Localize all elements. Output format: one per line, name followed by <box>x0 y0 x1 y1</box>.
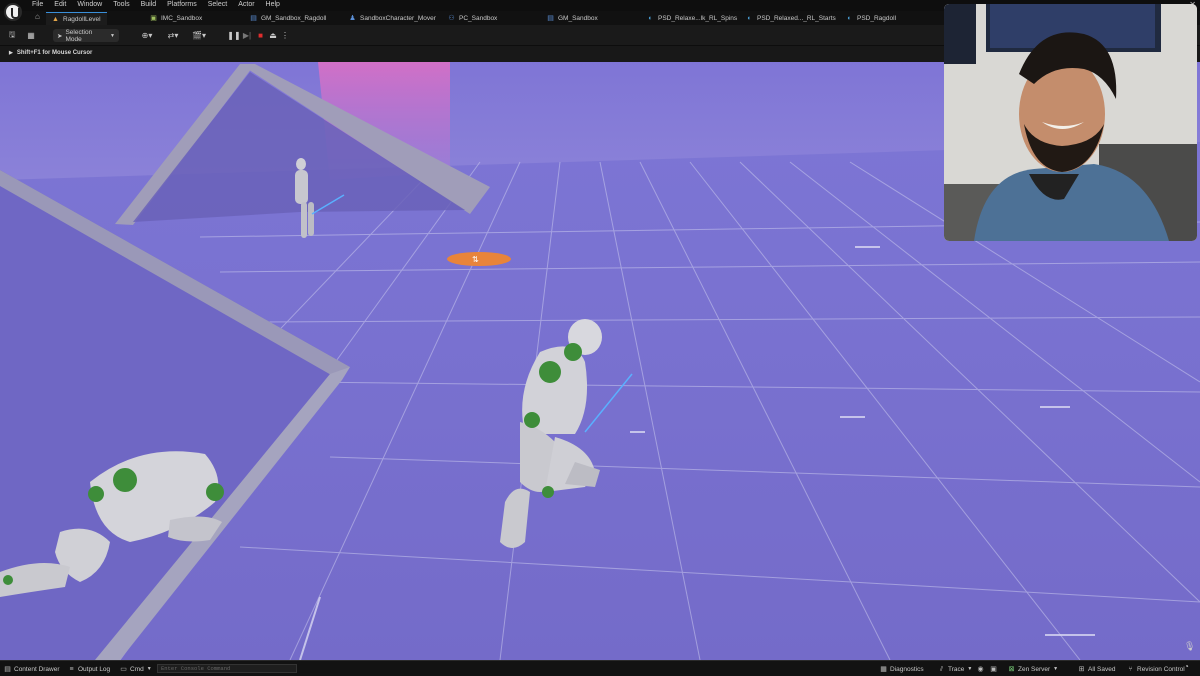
tab-label: PC_Sandbox <box>459 15 498 22</box>
tab-label: PSD_Relaxed..._RL_Starts <box>757 15 836 22</box>
trace-dropdown[interactable]: ⫽ Trace ▼ <box>938 664 972 674</box>
cursor-arrow-icon: ➤ <box>57 32 63 40</box>
trace-label: Trace <box>948 665 965 673</box>
controller-icon: ⚇ <box>448 15 455 22</box>
save-status-icon: ⊞ <box>1078 665 1085 673</box>
content-drawer-icon: ▤ <box>4 665 11 673</box>
selection-mode-label: Selection Mode <box>65 28 93 43</box>
tab-gm-sandbox-ragdoll[interactable]: ▤ GM_Sandbox_Ragdoll <box>250 12 326 25</box>
menu-platforms[interactable]: Platforms <box>167 1 197 8</box>
cmd-label: Cmd <box>130 665 144 673</box>
menu-edit[interactable]: Edit <box>54 1 66 8</box>
eject-icon[interactable]: ⏏ <box>268 29 278 42</box>
tab-label: IMC_Sandbox <box>161 15 203 22</box>
chevron-down-icon: ▼ <box>110 32 115 39</box>
tab-label: SandboxCharacter_Mover <box>360 15 436 22</box>
add-actor-icon[interactable]: ⊕▾ <box>137 29 157 42</box>
menu-build[interactable]: Build <box>141 1 157 8</box>
blueprint-menu-icon[interactable]: ⇄▾ <box>163 29 183 42</box>
console-command-input[interactable]: Enter Console Command <box>157 664 297 673</box>
all-saved-button[interactable]: ⊞ All Saved <box>1078 664 1116 674</box>
record-icon: ◉ <box>977 665 984 673</box>
diagnostics-label: Diagnostics <box>890 665 924 673</box>
notifications-icon[interactable]: ◔ <box>1184 662 1194 672</box>
output-log-label: Output Log <box>78 665 111 673</box>
unreal-logo-icon[interactable] <box>4 3 22 21</box>
diagnostics-button[interactable]: ▦ Diagnostics <box>880 664 924 674</box>
blueprint-icon: ▤ <box>250 15 257 22</box>
trace-icon: ⫽ <box>939 665 944 673</box>
zen-server-dropdown[interactable]: ⊠ Zen Server ▼ <box>1008 664 1059 674</box>
status-bar: ▤ Content Drawer ≡ Output Log ▭ Cmd ▼ En… <box>0 660 1200 676</box>
pose-search-icon: ◐ <box>847 15 852 22</box>
chevron-down-icon: ▼ <box>1053 666 1059 672</box>
menu-tools[interactable]: Tools <box>113 1 129 8</box>
presenter-video <box>944 4 1197 241</box>
pose-search-icon: ◐ <box>747 15 752 22</box>
tab-pc-sandbox[interactable]: ⚇ PC_Sandbox <box>448 12 497 25</box>
save-icon[interactable]: 🖫 <box>6 29 18 42</box>
revision-control-icon: ⑂ <box>1128 665 1133 673</box>
diagnostics-icon: ▦ <box>880 665 887 673</box>
blueprint-icon: ▤ <box>547 15 554 22</box>
microphone-icon[interactable]: 🎙 <box>1184 641 1195 653</box>
content-drawer-label: Content Drawer <box>14 665 60 673</box>
cmd-dropdown[interactable]: ▭ Cmd ▼ <box>120 664 152 674</box>
tab-psd-relaxed-spins[interactable]: ◐ PSD_Relaxe...lk_RL_Spins <box>647 12 737 25</box>
revision-control-button[interactable]: ⑂ Revision Control <box>1127 664 1185 674</box>
selection-mode-dropdown[interactable]: ➤ Selection Mode ▼ <box>53 28 119 43</box>
zen-server-label: Zen Server <box>1018 665 1051 673</box>
output-log-button[interactable]: ≡ Output Log <box>68 664 110 674</box>
tab-sandboxcharacter-mover[interactable]: ♟ SandboxCharacter_Mover <box>349 12 436 25</box>
pause-icon[interactable]: ❚❚ <box>227 29 240 42</box>
record-button[interactable]: ◉ <box>977 664 984 674</box>
pose-search-icon: ◐ <box>648 15 653 22</box>
cinematics-icon[interactable]: 🎬▾ <box>189 29 209 42</box>
tab-label: RagdollLevel <box>63 15 101 23</box>
chevron-down-icon: ▼ <box>967 666 973 672</box>
tab-gm-sandbox[interactable]: ▤ GM_Sandbox <box>547 12 598 25</box>
viewport-hint: ▶ Shift+F1 for Mouse Cursor <box>9 50 92 56</box>
character-icon: ♟ <box>349 15 356 22</box>
menu-actor[interactable]: Actor <box>238 1 254 8</box>
tab-label: PSD_Ragdoll <box>857 15 897 22</box>
revision-control-label: Revision Control <box>1137 665 1185 673</box>
menu-file[interactable]: File <box>32 1 43 8</box>
menu-help[interactable]: Help <box>266 1 280 8</box>
menu-select[interactable]: Select <box>208 1 227 8</box>
chevron-down-icon: ▼ <box>146 666 152 672</box>
camera-icon: ▣ <box>990 665 997 673</box>
play-arrow-icon: ▶ <box>9 50 13 56</box>
tab-psd-ragdoll[interactable]: ◐ PSD_Ragdoll <box>846 12 896 25</box>
main-menu: File Edit Window Tools Build Platforms S… <box>32 1 280 8</box>
tab-label: PSD_Relaxe...lk_RL_Spins <box>658 15 738 22</box>
server-icon: ⊠ <box>1008 665 1015 673</box>
tab-psd-relaxed-starts[interactable]: ◐ PSD_Relaxed..._RL_Starts <box>746 12 836 25</box>
spawn-marker-symbol: ⇅ <box>472 255 479 264</box>
menu-window[interactable]: Window <box>77 1 102 8</box>
terminal-icon: ▭ <box>120 665 127 673</box>
spawn-marker <box>447 252 511 266</box>
tab-ragdolllevel[interactable]: ▲ RagdollLevel <box>46 12 107 25</box>
input-mapping-icon: ▣ <box>150 15 157 22</box>
hint-text: Shift+F1 for Mouse Cursor <box>16 50 93 56</box>
output-log-icon: ≡ <box>69 665 74 673</box>
tab-label: GM_Sandbox <box>558 15 598 22</box>
frame-skip-icon[interactable]: ▶| <box>242 29 252 42</box>
more-options-icon[interactable]: ⋮ <box>281 29 289 42</box>
home-icon[interactable]: ⌂ <box>35 13 42 21</box>
all-saved-label: All Saved <box>1088 665 1116 673</box>
content-drawer-button[interactable]: ▤ Content Drawer <box>4 664 60 674</box>
stop-icon[interactable]: ■ <box>256 29 265 42</box>
screenshot-button[interactable]: ▣ <box>990 664 997 674</box>
tab-imc-sandbox[interactable]: ▣ IMC_Sandbox <box>150 12 202 25</box>
level-icon: ▲ <box>52 15 59 23</box>
webcam-overlay <box>944 4 1197 241</box>
tab-label: GM_Sandbox_Ragdoll <box>261 15 327 22</box>
content-browser-icon[interactable]: ▦ <box>25 29 37 42</box>
